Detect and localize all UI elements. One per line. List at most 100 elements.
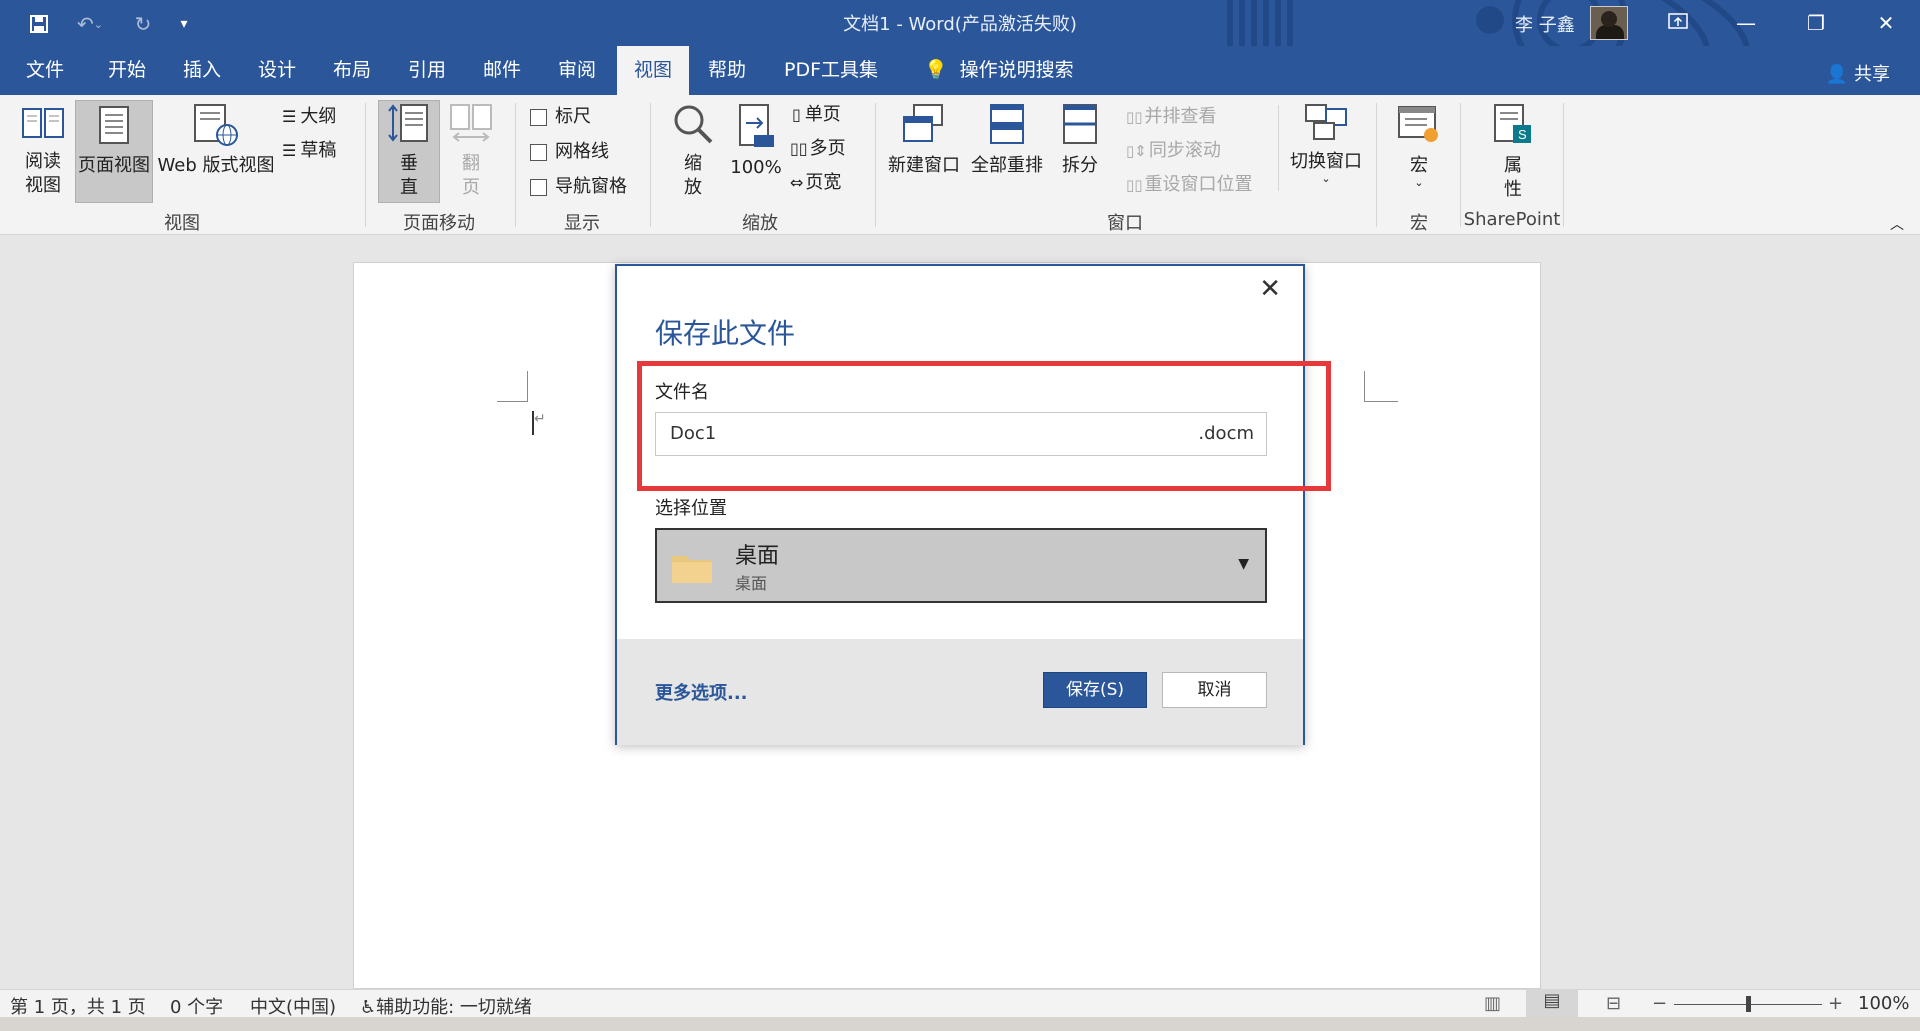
outline-label: 大纲 bbox=[300, 106, 337, 127]
close-icon[interactable]: ✕ bbox=[1866, 8, 1906, 38]
location-select[interactable]: 桌面 桌面 ▼ bbox=[655, 528, 1267, 603]
tab-references[interactable]: 引用 bbox=[394, 46, 460, 95]
paragraph-mark-icon: ↵ bbox=[534, 411, 546, 427]
view-side-by-side-button[interactable]: ▯▯ 并排查看 bbox=[1126, 105, 1217, 129]
ribbon-display-options-icon[interactable] bbox=[1658, 8, 1698, 38]
window-group-label: 窗口 bbox=[1107, 213, 1143, 234]
one-page-button[interactable]: ▯ 单页 bbox=[792, 103, 841, 127]
page-count[interactable]: 第 1 页，共 1 页 bbox=[10, 993, 146, 1019]
navigation-pane-checkbox[interactable]: 导航窗格 bbox=[530, 175, 627, 199]
language-indicator[interactable]: 中文(中国) bbox=[250, 993, 336, 1019]
zoom-out-button[interactable]: − bbox=[1652, 993, 1667, 1014]
vertical-button[interactable]: 垂 直 bbox=[378, 100, 440, 203]
side-to-side-button[interactable]: 翻 页 bbox=[442, 103, 500, 203]
group-separator bbox=[650, 103, 651, 227]
properties-button[interactable]: S 属 性 bbox=[1476, 103, 1550, 203]
reset-window-position-button[interactable]: ▯▯ 重设窗口位置 bbox=[1126, 173, 1253, 197]
avatar[interactable] bbox=[1590, 6, 1628, 40]
zoom-button[interactable]: 缩 放 bbox=[662, 103, 724, 203]
switch-windows-label: 切换窗口 bbox=[1290, 151, 1362, 172]
ribbon: 阅读 视图 页面视图 Web 版式视图 ☰大纲 ☰草稿 视图 垂 直 翻 页 bbox=[0, 95, 1920, 235]
restore-icon[interactable]: ❐ bbox=[1796, 8, 1836, 38]
tab-home[interactable]: 开始 bbox=[94, 46, 160, 95]
web-layout-button[interactable]: Web 版式视图 bbox=[156, 103, 276, 203]
read-mode-icon bbox=[22, 108, 64, 138]
new-window-label: 新建窗口 bbox=[888, 155, 960, 176]
chevron-down-icon: ⌄ bbox=[1414, 176, 1424, 189]
chevron-down-icon: ⌄ bbox=[1321, 172, 1331, 185]
read-mode-button[interactable]: 阅读 视图 bbox=[12, 103, 74, 203]
tab-layout[interactable]: 布局 bbox=[319, 46, 385, 95]
sharepoint-group-label: SharePoint bbox=[1463, 209, 1561, 230]
more-options-link[interactable]: 更多选项... bbox=[655, 679, 748, 705]
gridlines-checkbox[interactable]: 网格线 bbox=[530, 140, 609, 164]
switch-windows-button[interactable]: 切换窗口 ⌄ bbox=[1286, 103, 1366, 203]
zoom-100-button[interactable]: 100% bbox=[726, 103, 786, 203]
navigation-pane-checkbox-box[interactable] bbox=[530, 178, 547, 196]
tab-design[interactable]: 设计 bbox=[244, 46, 310, 95]
draft-icon: ☰ bbox=[282, 141, 297, 160]
collapse-ribbon-icon[interactable]: ︿ bbox=[1890, 213, 1904, 237]
draft-button[interactable]: ☰ 草稿 bbox=[282, 139, 336, 163]
margin-corner-marker bbox=[497, 371, 528, 402]
zoom-percent[interactable]: 100% bbox=[1858, 993, 1909, 1014]
one-page-label: 单页 bbox=[804, 104, 841, 125]
accessibility-icon: ♿ bbox=[360, 997, 377, 1018]
title-bar: ↶ ⌄ ↻ ▾ 文档1 - Word(产品激活失败) 李 子鑫 — ❐ ✕ bbox=[0, 0, 1920, 95]
tab-file[interactable]: 文件 bbox=[12, 46, 78, 95]
word-window: ↶ ⌄ ↻ ▾ 文档1 - Word(产品激活失败) 李 子鑫 — ❐ ✕ 文件 … bbox=[0, 0, 1920, 1031]
tell-me-search[interactable]: 💡 操作说明搜索 bbox=[910, 46, 1088, 95]
accessibility-label: 辅助功能: 一切就绪 bbox=[376, 997, 532, 1018]
macros-label: 宏 bbox=[1410, 155, 1428, 176]
ruler-checkbox-box[interactable] bbox=[530, 108, 547, 126]
view-side-by-side-label: 并排查看 bbox=[1144, 106, 1217, 127]
tell-me-label: 操作说明搜索 bbox=[959, 59, 1074, 81]
word-count[interactable]: 0 个字 bbox=[170, 993, 223, 1019]
multiple-pages-button[interactable]: ▯▯ 多页 bbox=[790, 137, 846, 161]
minimize-icon[interactable]: — bbox=[1726, 8, 1766, 38]
share-button[interactable]: 👤 共享 bbox=[1826, 60, 1890, 86]
print-layout-button[interactable]: 页面视图 bbox=[75, 100, 153, 203]
arrange-all-button[interactable]: 全部重排 bbox=[966, 103, 1048, 203]
cancel-button[interactable]: 取消 bbox=[1162, 672, 1267, 708]
accessibility-status[interactable]: ♿辅助功能: 一切就绪 bbox=[360, 993, 532, 1019]
tab-help[interactable]: 帮助 bbox=[694, 46, 760, 95]
web-layout-view-icon[interactable]: ⊟ bbox=[1606, 993, 1621, 1014]
group-separator bbox=[875, 103, 876, 227]
side-by-side-icon: ▯▯ bbox=[1126, 108, 1143, 126]
multiple-pages-label: 多页 bbox=[809, 138, 846, 159]
tab-view[interactable]: 视图 bbox=[617, 46, 689, 95]
tab-insert[interactable]: 插入 bbox=[169, 46, 235, 95]
sharepoint-properties-icon: S bbox=[1494, 104, 1531, 143]
close-icon[interactable]: ✕ bbox=[1259, 274, 1281, 304]
tab-mailings[interactable]: 邮件 bbox=[469, 46, 535, 95]
outline-button[interactable]: ☰ 大纲 bbox=[282, 105, 336, 129]
user-name[interactable]: 李 子鑫 bbox=[1515, 11, 1575, 37]
zoom-in-button[interactable]: + bbox=[1828, 993, 1843, 1014]
tab-review[interactable]: 审阅 bbox=[544, 46, 610, 95]
new-window-button[interactable]: 新建窗口 bbox=[886, 103, 962, 203]
page-width-button[interactable]: ⇔ 页宽 bbox=[790, 171, 841, 195]
gridlines-checkbox-box[interactable] bbox=[530, 143, 547, 161]
zoom-slider-thumb[interactable] bbox=[1746, 996, 1751, 1012]
save-button[interactable]: 保存(S) bbox=[1043, 672, 1147, 708]
reset-window-position-label: 重设窗口位置 bbox=[1144, 174, 1253, 195]
print-layout-label: 页面视图 bbox=[78, 155, 150, 176]
macros-group-label: 宏 bbox=[1410, 213, 1428, 234]
dialog-title: 保存此文件 bbox=[655, 317, 796, 350]
macros-icon bbox=[1398, 106, 1438, 142]
read-mode-view-icon[interactable]: ▥ bbox=[1484, 993, 1501, 1014]
navigation-pane-label: 导航窗格 bbox=[555, 176, 627, 197]
group-separator bbox=[1376, 103, 1377, 227]
macros-button[interactable]: 宏 ⌄ bbox=[1386, 103, 1452, 203]
print-layout-view-icon[interactable]: ▤ bbox=[1526, 990, 1578, 1017]
lightbulb-icon: 💡 bbox=[924, 59, 948, 81]
ruler-checkbox[interactable]: 标尺 bbox=[530, 105, 591, 129]
location-name: 桌面 bbox=[735, 544, 780, 569]
synchronous-scrolling-button[interactable]: ▯⇕ 同步滚动 bbox=[1126, 139, 1221, 163]
tab-pdf-tools[interactable]: PDF工具集 bbox=[770, 46, 892, 95]
arrange-all-label: 全部重排 bbox=[971, 155, 1043, 176]
dropdown-arrow-icon[interactable]: ▼ bbox=[1238, 556, 1249, 572]
split-button[interactable]: 拆分 bbox=[1052, 103, 1108, 203]
synchronous-scrolling-label: 同步滚动 bbox=[1148, 140, 1221, 161]
